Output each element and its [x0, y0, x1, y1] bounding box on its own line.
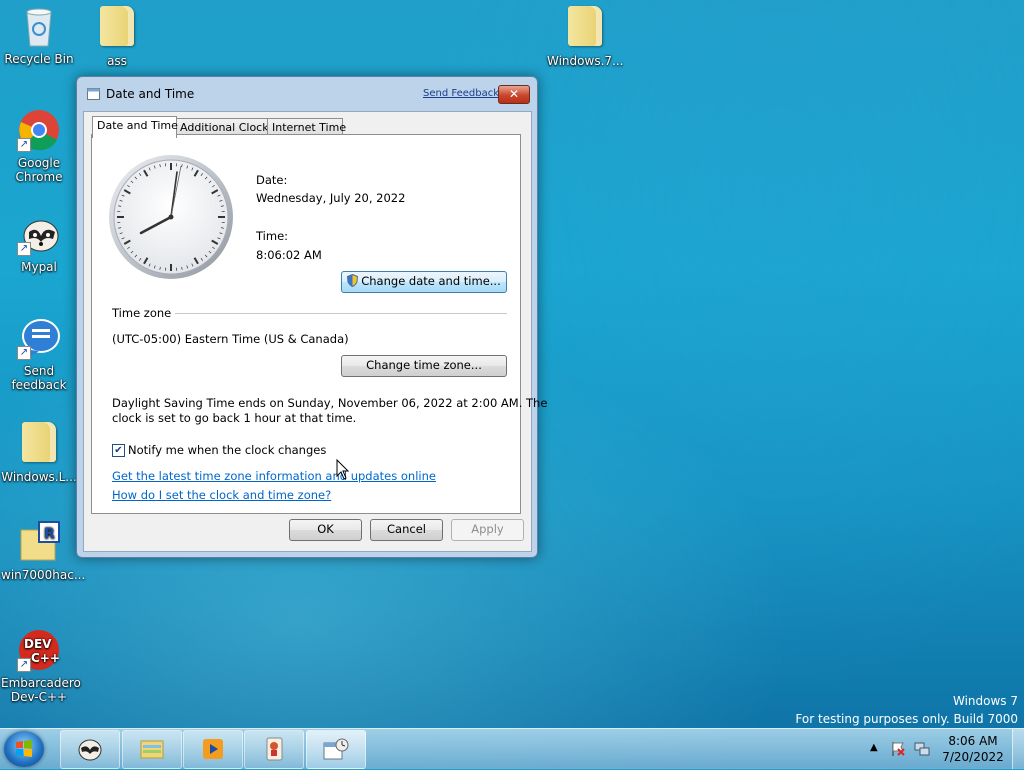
show-desktop-button[interactable] — [1012, 729, 1024, 769]
icon-label: Send feedback — [1, 364, 77, 392]
game-icon — [261, 737, 287, 761]
taskbar-time: 8:06 AM — [938, 733, 1008, 749]
shortcut-arrow-icon: ↗ — [17, 346, 31, 360]
build-watermark-line1: Windows 7 — [953, 694, 1018, 708]
taskbar-media-player[interactable] — [183, 730, 243, 769]
action-center-flag-icon[interactable] — [890, 741, 906, 757]
desktop-icon-win7000hac[interactable]: R win7000hac... — [1, 520, 77, 582]
taskbar-date-time[interactable] — [306, 730, 366, 769]
close-icon: ✕ — [509, 87, 519, 101]
chrome-icon: ↗ — [17, 108, 61, 152]
taskbar-date: 7/20/2022 — [938, 749, 1008, 765]
desktop-icon-mypal[interactable]: ↗ Mypal — [1, 212, 77, 274]
change-date-time-button[interactable]: Change date and time... — [341, 271, 507, 293]
desktop-icon-windows-l-folder[interactable]: Windows.L... — [1, 420, 77, 484]
recycle-bin-icon — [17, 4, 61, 48]
clock-help-link[interactable]: How do I set the clock and time zone? — [112, 488, 331, 502]
shortcut-arrow-icon: ↗ — [17, 138, 31, 152]
close-button[interactable]: ✕ — [498, 85, 530, 104]
desktop-icon-send-feedback[interactable]: ↗ Send feedback — [1, 316, 77, 392]
windows-logo-icon — [4, 731, 44, 767]
calendar-clock-icon — [87, 87, 100, 100]
icon-label: ass — [79, 54, 155, 68]
time-label: Time: — [256, 229, 288, 243]
network-icon[interactable] — [914, 741, 930, 757]
timezone-value: (UTC-05:00) Eastern Time (US & Canada) — [112, 332, 349, 346]
analog-clock — [108, 154, 234, 283]
icon-label: Google Chrome — [1, 156, 77, 184]
send-feedback-link[interactable]: Send Feedback — [423, 88, 499, 99]
icon-label: Embarcadero Dev-C++ — [1, 676, 77, 704]
dialog-titlebar[interactable]: Date and Time Send Feedback ✕ — [77, 77, 537, 111]
taskbar-mypal[interactable] — [60, 730, 120, 769]
uac-shield-icon — [347, 274, 358, 287]
cancel-button[interactable]: Cancel — [370, 519, 443, 541]
icon-label: win7000hac... — [1, 568, 77, 582]
date-time-dialog: Date and Time Send Feedback ✕ Date and T… — [76, 76, 538, 558]
apply-button[interactable]: Apply — [451, 519, 524, 541]
desktop-icon-devcpp[interactable]: DEVC++ ↗ Embarcadero Dev-C++ — [1, 628, 77, 704]
timezone-separator — [175, 313, 507, 314]
date-value: Wednesday, July 20, 2022 — [256, 191, 405, 205]
dialog-title: Date and Time — [106, 87, 194, 101]
taskbar-game[interactable] — [244, 730, 304, 769]
taskbar-explorer[interactable] — [122, 730, 182, 769]
rar-archive-icon: R — [17, 520, 61, 564]
start-button[interactable] — [4, 731, 44, 767]
checkmark-icon: ✔ — [114, 445, 122, 456]
folder-icon — [95, 6, 139, 50]
desktop-icon-recycle-bin[interactable]: Recycle Bin — [1, 4, 77, 66]
shortcut-arrow-icon: ↗ — [17, 242, 31, 256]
folder-icon — [563, 6, 607, 50]
system-tray: ▲ — [866, 729, 936, 769]
svg-text:C++: C++ — [31, 651, 60, 665]
show-hidden-icons[interactable]: ▲ — [870, 742, 878, 753]
change-timezone-button[interactable]: Change time zone... — [341, 355, 507, 377]
icon-label: Windows.L... — [1, 470, 77, 484]
mouse-cursor-icon — [336, 459, 350, 481]
date-label: Date: — [256, 173, 287, 187]
icon-label: Windows.7... — [547, 54, 623, 68]
media-player-icon — [200, 737, 226, 761]
desktop-icon-chrome[interactable]: ↗ Google Chrome — [1, 108, 77, 184]
taskbar-clock[interactable]: 8:06 AM 7/20/2022 — [938, 733, 1008, 765]
folder-icon — [17, 422, 61, 466]
icon-label: Recycle Bin — [1, 52, 77, 66]
notify-checkbox[interactable]: ✔ — [112, 444, 125, 457]
mypal-icon — [77, 737, 103, 761]
taskbar: ▲ 8:06 AM 7/20/2022 — [0, 728, 1024, 769]
explorer-icon — [139, 737, 165, 761]
time-value: 8:06:02 AM — [256, 248, 322, 262]
feedback-bubble-icon: ↗ — [17, 316, 61, 360]
change-date-time-label: Change date and time... — [361, 274, 501, 288]
date-time-icon — [323, 737, 349, 761]
icon-label: Mypal — [1, 260, 77, 274]
desktop-icon-windows7-folder[interactable]: Windows.7... — [547, 4, 623, 68]
ok-button[interactable]: OK — [289, 519, 362, 541]
timezone-updates-link[interactable]: Get the latest time zone information and… — [112, 469, 436, 483]
tab-date-and-time[interactable]: Date and Time — [92, 116, 177, 138]
desktop-icon-ass[interactable]: ass — [79, 4, 155, 68]
svg-text:DEV: DEV — [24, 637, 52, 651]
date-time-panel: Date: Wednesday, July 20, 2022 Time: 8:0… — [91, 134, 521, 514]
build-watermark-line2: For testing purposes only. Build 7000 — [795, 712, 1018, 726]
devcpp-icon: DEVC++ ↗ — [17, 628, 61, 672]
dst-info-line1: Daylight Saving Time ends on Sunday, Nov… — [112, 396, 547, 410]
svg-text:R: R — [44, 526, 55, 542]
dialog-client-area: Date and Time Additional Clocks Internet… — [83, 111, 532, 552]
dst-info-line2: clock is set to go back 1 hour at that t… — [112, 411, 356, 425]
notify-checkbox-label[interactable]: Notify me when the clock changes — [128, 443, 326, 457]
mypal-raccoon-icon: ↗ — [17, 212, 61, 256]
timezone-group-label: Time zone — [112, 306, 171, 320]
shortcut-arrow-icon: ↗ — [17, 658, 31, 672]
